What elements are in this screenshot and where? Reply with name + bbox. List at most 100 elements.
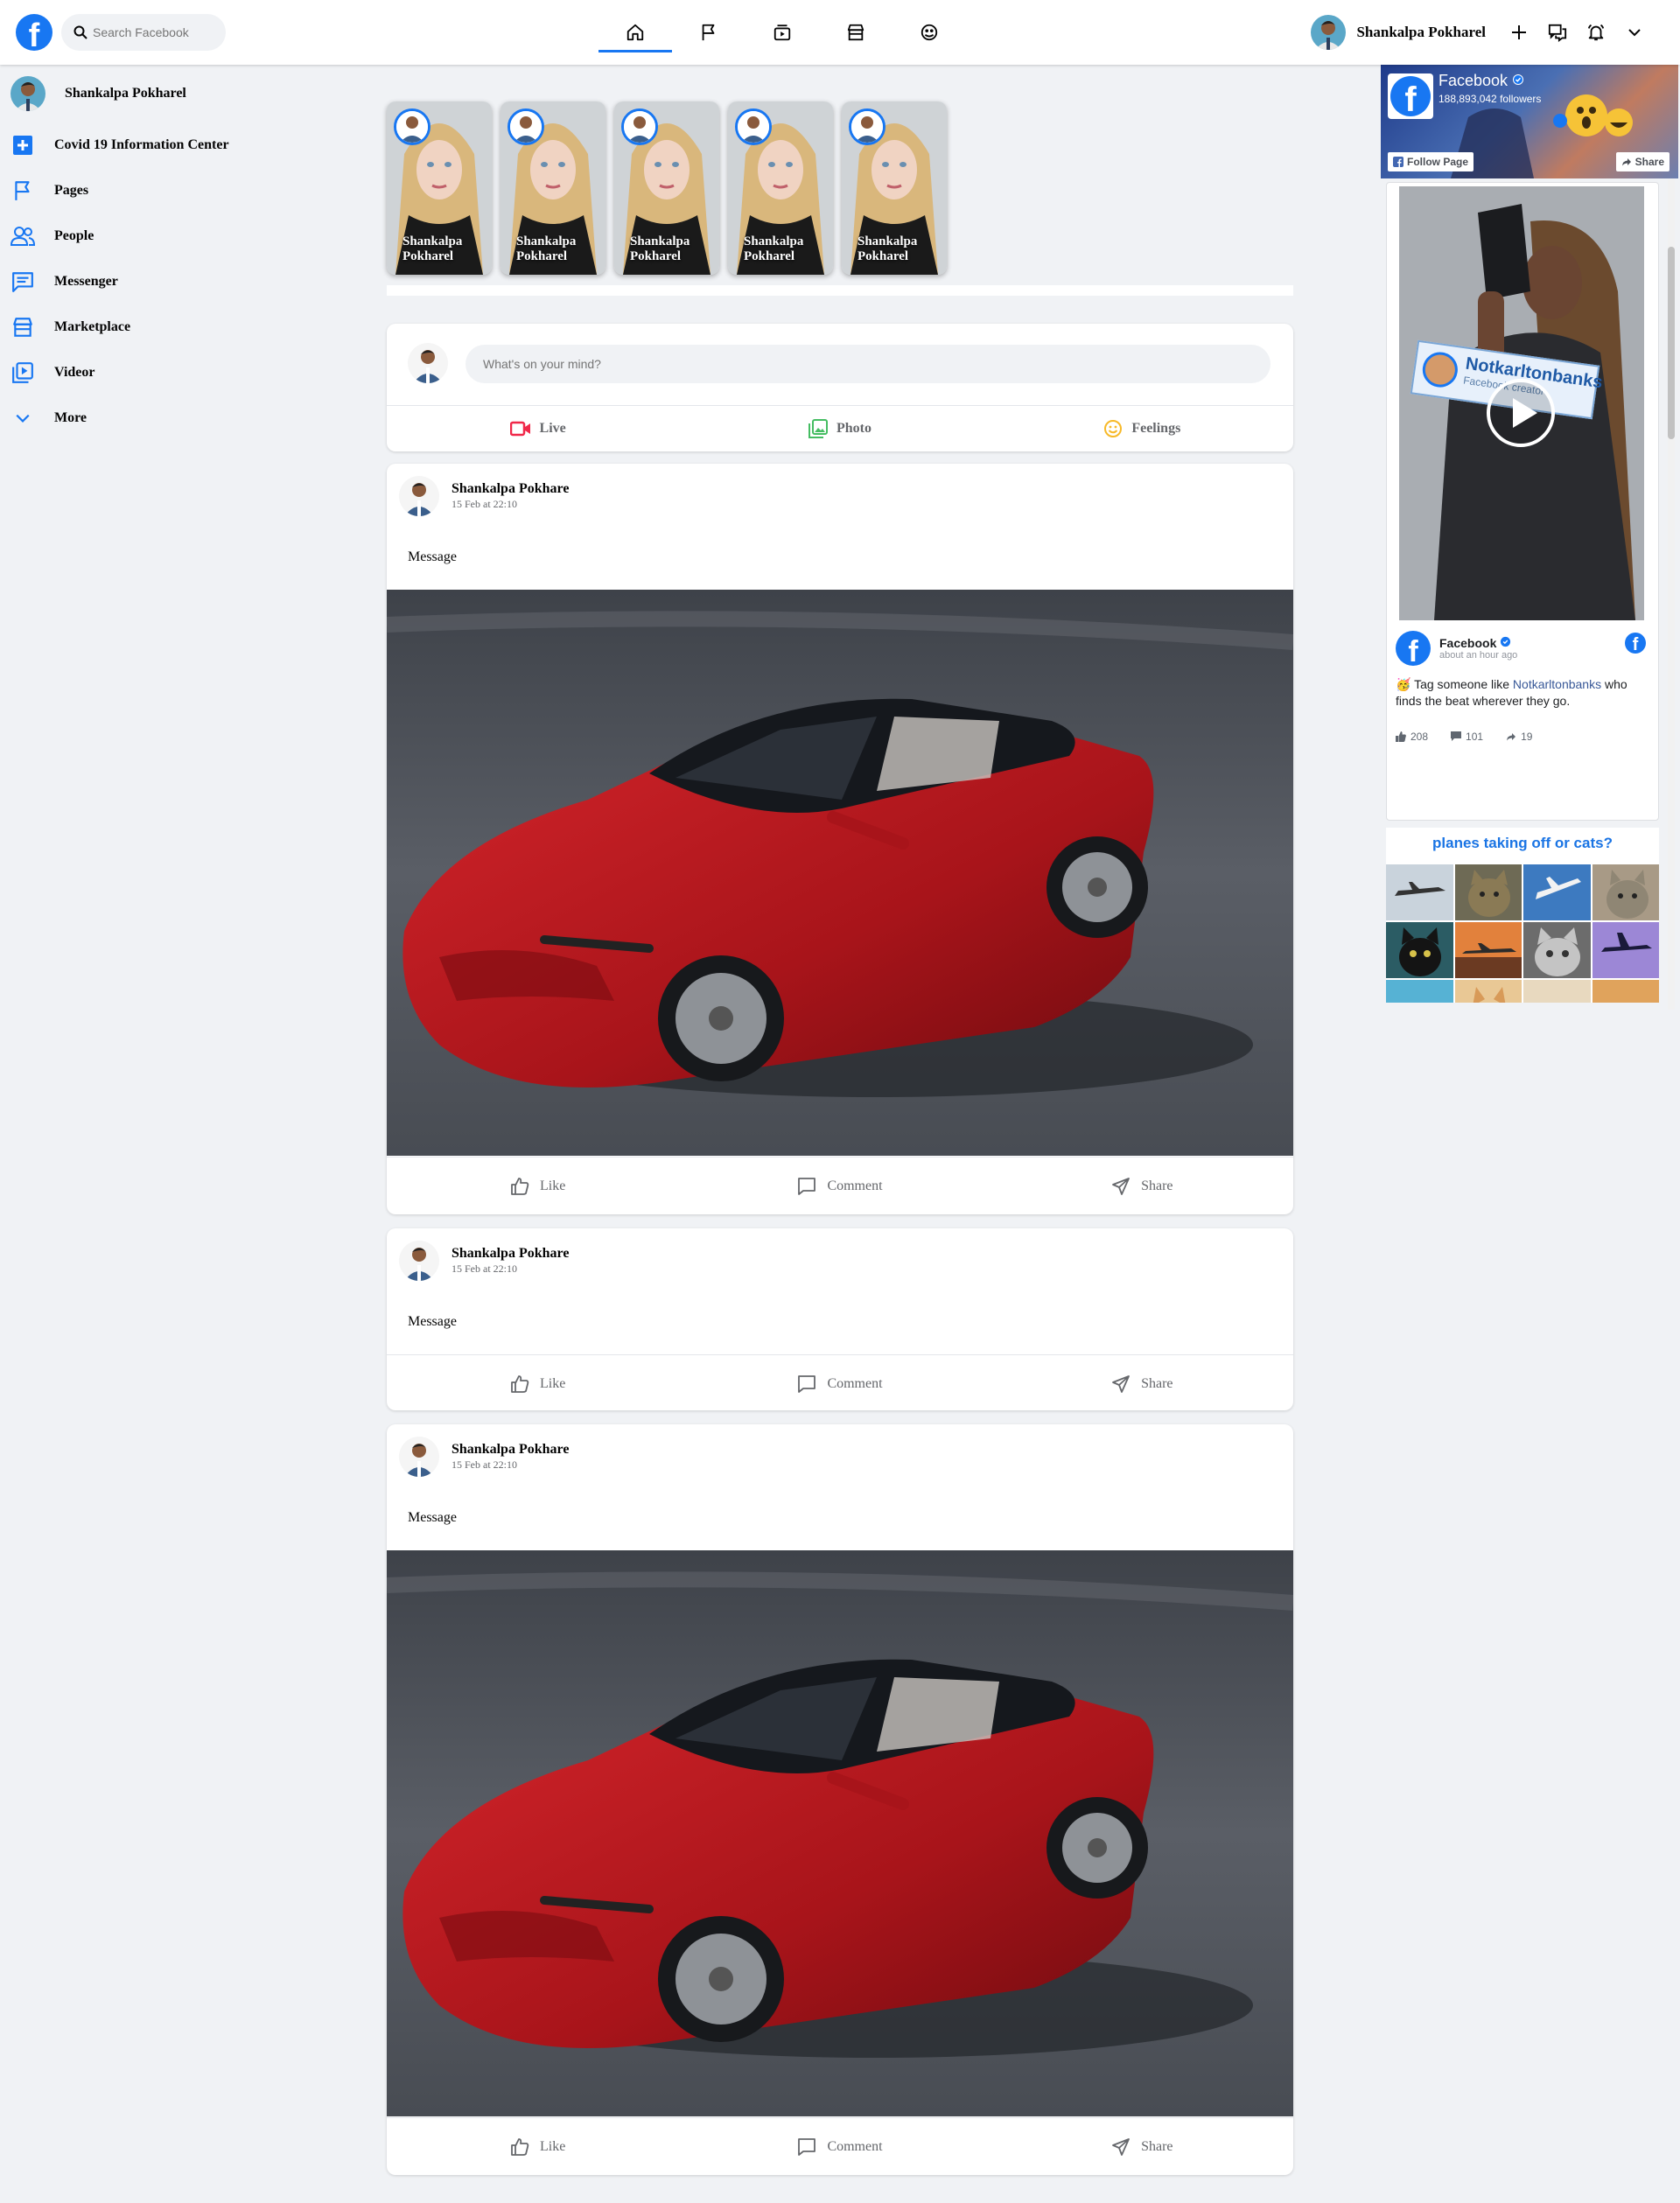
thumbs-up-icon: [511, 1177, 529, 1195]
story-first-name: Shankalpa: [402, 234, 463, 248]
avatar[interactable]: [399, 1241, 439, 1281]
poll-title[interactable]: planes taking off or cats?: [1386, 835, 1659, 852]
send-icon: [1112, 2137, 1130, 2156]
play-button[interactable]: [1487, 379, 1555, 447]
nav-marketplace-tab[interactable]: [819, 0, 892, 65]
photo-button[interactable]: Photo: [689, 406, 990, 451]
live-video-button[interactable]: Live: [387, 406, 689, 451]
like-button[interactable]: Like: [387, 1355, 689, 1410]
plane-thumbnail[interactable]: [1592, 980, 1659, 1003]
nav-groups-tab[interactable]: [892, 0, 966, 65]
cat-thumbnail[interactable]: [1386, 922, 1453, 978]
create-button[interactable]: [1500, 13, 1538, 52]
thumbs-up-icon: [511, 2137, 529, 2156]
post-image[interactable]: [387, 1550, 1293, 2116]
facebook-round-icon[interactable]: f: [1625, 633, 1646, 654]
sidebar-item-messenger[interactable]: Messenger: [0, 259, 280, 304]
chevron-down-icon: [10, 406, 35, 430]
story-first-name: Shankalpa: [630, 234, 690, 248]
comment-button[interactable]: Comment: [689, 2118, 990, 2175]
comment-button[interactable]: Comment: [689, 1157, 990, 1214]
post-timestamp[interactable]: 15 Feb at 22:10: [452, 1458, 569, 1472]
facebook-logo[interactable]: f: [16, 14, 52, 51]
like-button[interactable]: Like: [387, 1157, 689, 1214]
video-thumbnail[interactable]: Notkarltonbanks Facebook creator: [1399, 186, 1644, 620]
sidebar-profile[interactable]: Shankalpa Pokharel: [0, 65, 280, 122]
nav-home-tab[interactable]: [598, 0, 672, 65]
sidebar-item-marketplace[interactable]: Marketplace: [0, 304, 280, 350]
share-label: Share: [1141, 1178, 1173, 1193]
story-name: Shankalpa Pokharel: [630, 234, 710, 264]
feed-post: Shankalpa Pokhare 15 Feb at 22:10 Messag…: [387, 1228, 1293, 1410]
top-navigation-bar: f Shankalpa Pokharel: [0, 0, 1680, 65]
cat-thumbnail[interactable]: [1592, 864, 1659, 920]
page-share-button[interactable]: Share: [1615, 152, 1670, 171]
like-button[interactable]: Like: [387, 2118, 689, 2175]
story-card[interactable]: Shankalpa Pokharel: [728, 101, 833, 275]
embedded-post-time[interactable]: about an hour ago: [1439, 650, 1517, 661]
people-icon: [10, 224, 35, 248]
post-author[interactable]: Shankalpa Pokhare: [452, 481, 569, 497]
avatar[interactable]: [399, 476, 439, 516]
plane-thumbnail[interactable]: [1386, 864, 1453, 920]
story-card[interactable]: Shankalpa Pokharel: [614, 101, 719, 275]
sidebar-item-people[interactable]: People: [0, 213, 280, 259]
plane-thumbnail[interactable]: [1454, 922, 1522, 978]
notifications-button[interactable]: [1577, 13, 1615, 52]
nav-pages-tab[interactable]: [672, 0, 746, 65]
follow-page-button[interactable]: Follow Page: [1388, 152, 1474, 171]
page-name[interactable]: Facebook: [1438, 72, 1524, 90]
bell-icon: [1587, 24, 1605, 41]
share-count[interactable]: 19: [1506, 731, 1532, 743]
account-menu-button[interactable]: [1615, 13, 1654, 52]
sidebar-item-covid[interactable]: Covid 19 Information Center: [0, 122, 280, 168]
comment-count-value: 101: [1466, 731, 1484, 743]
cat-thumbnail[interactable]: [1454, 980, 1522, 1003]
comment-count[interactable]: 101: [1451, 731, 1483, 743]
share-button[interactable]: Share: [991, 1157, 1293, 1214]
facebook-logo[interactable]: f: [1388, 73, 1433, 119]
embedded-post-author[interactable]: Facebook: [1439, 636, 1517, 650]
scrollbar-thumb[interactable]: [1668, 247, 1675, 439]
send-icon: [1112, 1374, 1130, 1393]
cat-thumbnail[interactable]: [1454, 864, 1522, 920]
embed-scrollbar[interactable]: [1668, 178, 1675, 1010]
search-input[interactable]: [93, 25, 215, 39]
post-message: Message: [408, 1510, 457, 1525]
composer-input[interactable]: [466, 345, 1270, 383]
like-count[interactable]: 208: [1396, 731, 1428, 743]
post-image[interactable]: [387, 590, 1293, 1156]
sidebar-item-pages[interactable]: Pages: [0, 168, 280, 213]
post-timestamp[interactable]: 15 Feb at 22:10: [452, 1262, 569, 1276]
embedded-post-text-start: 🥳 Tag someone like: [1396, 677, 1513, 691]
avatar[interactable]: [399, 1437, 439, 1477]
messenger-button[interactable]: [1538, 13, 1577, 52]
nav-watch-tab[interactable]: [746, 0, 819, 65]
story-card[interactable]: Shankalpa Pokharel: [842, 101, 947, 275]
facebook-logo[interactable]: f: [1396, 631, 1431, 666]
post-author[interactable]: Shankalpa Pokhare: [452, 1246, 569, 1262]
stories-scrollbar[interactable]: [387, 285, 1293, 296]
share-button[interactable]: Share: [991, 1355, 1293, 1410]
mention-link[interactable]: Notkarltonbanks: [1513, 677, 1601, 691]
feelings-button[interactable]: Feelings: [991, 406, 1293, 451]
cat-thumbnail[interactable]: [1523, 980, 1591, 1003]
post-author[interactable]: Shankalpa Pokhare: [452, 1442, 569, 1458]
user-avatar[interactable]: [1311, 15, 1347, 50]
plane-thumbnail[interactable]: [1386, 980, 1453, 1003]
post-timestamp[interactable]: 15 Feb at 22:10: [452, 498, 569, 511]
comment-label: Comment: [827, 1375, 883, 1391]
plane-thumbnail[interactable]: [1523, 864, 1591, 920]
comment-button[interactable]: Comment: [689, 1355, 990, 1410]
search-box[interactable]: [61, 14, 226, 51]
plane-thumbnail[interactable]: [1592, 922, 1659, 978]
share-label: Share: [1141, 1375, 1173, 1391]
cat-thumbnail[interactable]: [1523, 922, 1591, 978]
user-name[interactable]: Shankalpa Pokharel: [1356, 24, 1486, 41]
story-card[interactable]: Shankalpa Pokharel: [387, 101, 492, 275]
story-card[interactable]: Shankalpa Pokharel: [500, 101, 606, 275]
sidebar-item-videos[interactable]: Videor: [0, 350, 280, 395]
sidebar-item-more[interactable]: More: [0, 395, 280, 441]
smiley-icon: [1104, 420, 1123, 437]
share-button[interactable]: Share: [991, 2118, 1293, 2175]
